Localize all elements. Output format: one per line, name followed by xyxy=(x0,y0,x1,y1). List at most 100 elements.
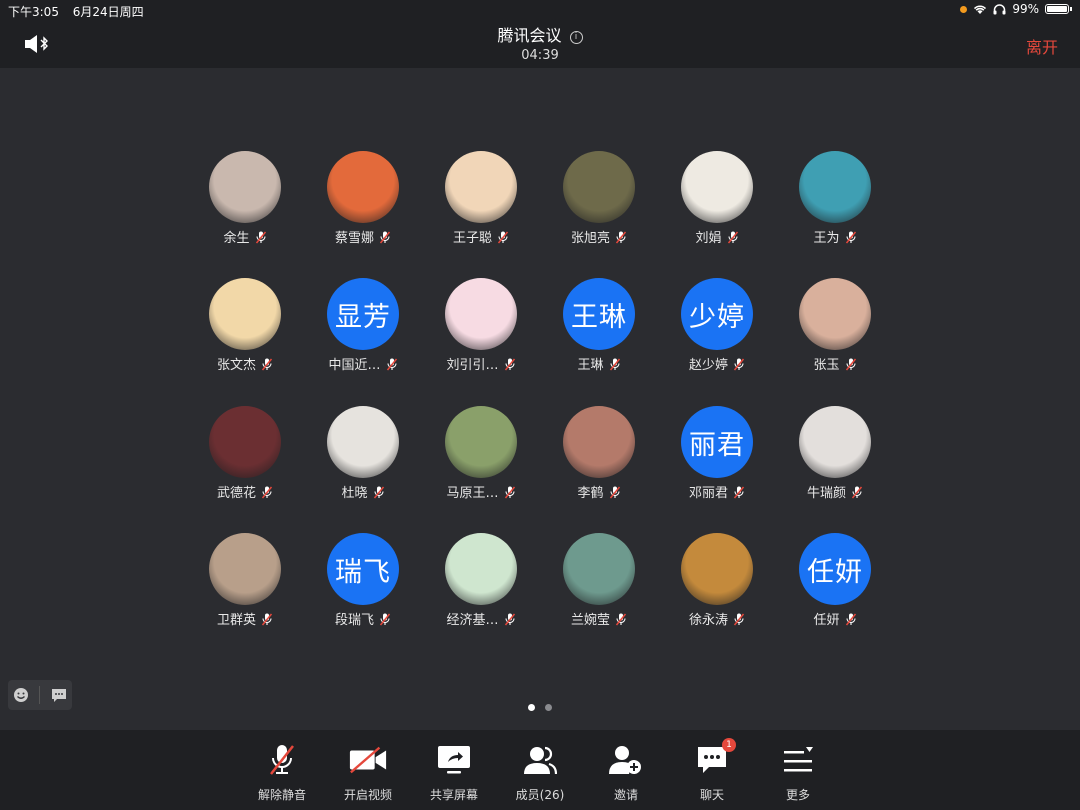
participant-tile[interactable]: 经济基… xyxy=(422,533,540,643)
participant-tile[interactable]: 卫群英 xyxy=(186,533,304,643)
avatar xyxy=(209,151,281,223)
share-screen-button[interactable]: 共享屏幕 xyxy=(411,730,497,810)
participant-tile[interactable]: 牛瑞颜 xyxy=(776,406,894,516)
mic-muted-icon xyxy=(261,613,273,630)
participant-name: 刘娟 xyxy=(695,231,722,246)
mic-muted-icon xyxy=(261,358,273,375)
participant-tile[interactable]: 杜晓 xyxy=(304,406,422,516)
status-date: 6月24日周四 xyxy=(72,5,144,19)
participant-tile[interactable]: 张文杰 xyxy=(186,278,304,388)
participant-tile[interactable]: 任妍 任妍 xyxy=(776,533,894,643)
avatar: 显芳 xyxy=(327,278,399,350)
participant-name-row: 张文杰 xyxy=(186,354,304,375)
participant-tile[interactable]: 兰婉莹 xyxy=(540,533,658,643)
participant-name: 武德花 xyxy=(216,486,256,501)
participant-name: 张文杰 xyxy=(216,358,256,373)
mic-muted-icon xyxy=(504,358,516,375)
members-button[interactable]: 成员(26) xyxy=(497,730,583,810)
invite-button[interactable]: 邀请 xyxy=(583,730,669,810)
participant-name-row: 王琳 xyxy=(540,354,658,375)
participant-name-row: 李鹤 xyxy=(540,482,658,503)
participant-name-row: 王为 xyxy=(776,227,894,248)
mic-muted-icon xyxy=(845,358,857,375)
mic-muted-icon xyxy=(615,613,627,630)
participant-name: 徐永涛 xyxy=(688,613,728,628)
participant-tile[interactable]: 刘引引… xyxy=(422,278,540,388)
participant-name: 李鹤 xyxy=(577,486,604,501)
page-dot-2[interactable] xyxy=(545,704,552,711)
participant-tile[interactable]: 王琳 王琳 xyxy=(540,278,658,388)
info-icon[interactable]: i xyxy=(569,31,583,44)
more-label: 更多 xyxy=(785,788,810,802)
leave-button[interactable]: 离开 xyxy=(1026,34,1058,58)
more-button[interactable]: 更多 xyxy=(755,730,841,810)
participant-name: 王子聪 xyxy=(452,231,492,246)
chat-button[interactable]: 聊天 xyxy=(669,730,755,810)
invite-icon xyxy=(606,742,646,778)
invite-label: 邀请 xyxy=(613,788,638,802)
participant-tile[interactable]: 瑞飞段瑞飞 xyxy=(304,533,422,643)
participant-tile[interactable]: 李鹤 xyxy=(540,406,658,516)
avatar: 丽君 xyxy=(681,406,753,478)
status-time: 下午3:05 xyxy=(8,5,59,19)
unmute-button[interactable]: 解除静音 xyxy=(239,730,325,810)
avatar xyxy=(681,533,753,605)
participant-tile[interactable]: 少婷 赵少婷 xyxy=(658,278,776,388)
participant-name: 段瑞飞 xyxy=(334,613,374,628)
avatar xyxy=(799,151,871,223)
participant-tile[interactable]: 显芳中国近… xyxy=(304,278,422,388)
participant-name: 卫群英 xyxy=(216,613,256,628)
participant-tile[interactable]: 张旭亮 xyxy=(540,151,658,261)
danmaku-icon[interactable] xyxy=(51,688,67,703)
participant-name-row: 张旭亮 xyxy=(540,227,658,248)
mic-muted-icon xyxy=(262,742,302,778)
mic-muted-icon xyxy=(504,486,516,503)
participant-tile[interactable]: 刘娟 xyxy=(658,151,776,261)
participant-name: 张玉 xyxy=(813,358,840,373)
avatar: 瑞飞 xyxy=(327,533,399,605)
participant-name: 王琳 xyxy=(577,358,604,373)
participant-tile[interactable]: 张玉 xyxy=(776,278,894,388)
participant-name: 张旭亮 xyxy=(570,231,610,246)
participant-tile[interactable]: 王子聪 xyxy=(422,151,540,261)
meeting-title[interactable]: 腾讯会议 xyxy=(497,26,561,45)
participant-name-row: 武德花 xyxy=(186,482,304,503)
avatar xyxy=(327,406,399,478)
participant-name: 任妍 xyxy=(813,613,840,628)
mic-muted-icon xyxy=(733,613,745,630)
participant-name: 中国近… xyxy=(328,358,381,373)
status-bar: 下午3:05 6月24日周四 99% xyxy=(0,0,1080,20)
participant-tile[interactable]: 徐永涛 xyxy=(658,533,776,643)
avatar xyxy=(445,533,517,605)
mic-muted-icon xyxy=(733,486,745,503)
mic-muted-icon xyxy=(733,358,745,375)
avatar xyxy=(799,406,871,478)
participant-name: 赵少婷 xyxy=(688,358,728,373)
emoji-icon[interactable] xyxy=(13,687,29,703)
avatar: 任妍 xyxy=(799,533,871,605)
participant-name-row: 余生 xyxy=(186,227,304,248)
participant-name-row: 牛瑞颜 xyxy=(776,482,894,503)
participant-tile[interactable]: 蔡雪娜 xyxy=(304,151,422,261)
start-video-button[interactable]: 开启视频 xyxy=(325,730,411,810)
participant-tile[interactable]: 丽君 邓丽君 xyxy=(658,406,776,516)
participant-name-row: 段瑞飞 xyxy=(304,609,422,630)
avatar xyxy=(209,533,281,605)
participant-grid: 余生 蔡雪娜 王子聪 张旭亮 刘娟 王为 张文杰 显芳 中国近… 刘引引… 王琳 王琳 少婷 赵少婷 张玉武… xyxy=(0,68,1080,728)
participant-name-row: 卫群英 xyxy=(186,609,304,630)
participant-tile[interactable]: 武德花 xyxy=(186,406,304,516)
participant-tile[interactable]: 王为 xyxy=(776,151,894,261)
participant-name-row: 任妍 xyxy=(776,609,894,630)
participant-tile[interactable]: 余生 xyxy=(186,151,304,261)
bottom-toolbar: 解除静音 开启视频 共享屏幕 成员(26) 邀请 聊天 1 更多 xyxy=(0,730,1080,810)
avatar: 王琳 xyxy=(563,278,635,350)
participant-name-row: 蔡雪娜 xyxy=(304,227,422,248)
participant-tile[interactable]: 马原王… xyxy=(422,406,540,516)
page-dot-1[interactable] xyxy=(528,704,535,711)
members-icon xyxy=(520,742,560,778)
recording-indicator-icon xyxy=(960,5,968,13)
participant-name: 王为 xyxy=(813,231,840,246)
page-indicator[interactable] xyxy=(0,704,1080,711)
chat-label: 聊天 xyxy=(699,788,724,802)
participant-name: 刘引引… xyxy=(446,358,499,373)
